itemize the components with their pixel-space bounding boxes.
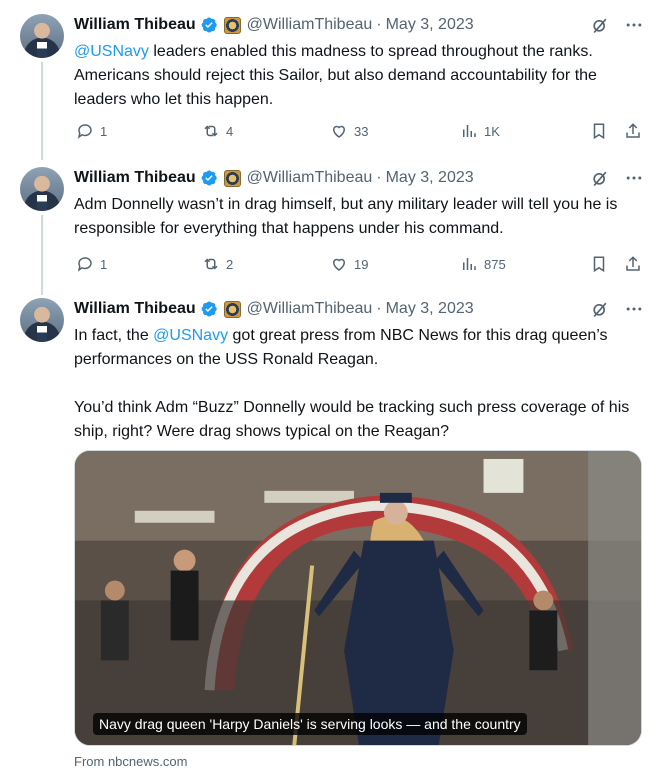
thread-connector (41, 62, 43, 160)
author-handle[interactable]: @WilliamThibeau (247, 300, 373, 318)
repost-button[interactable]: 4 (202, 122, 233, 140)
thread-connector (41, 215, 43, 295)
share-button[interactable] (624, 122, 642, 140)
tweet-1[interactable]: William Thibeau @WilliamThibeau · May 3,… (0, 14, 672, 160)
views-chart-icon (463, 125, 476, 137)
separator: · (376, 16, 382, 33)
tweet-text: Adm Donnelly wasn’t in drag himself, but… (74, 196, 622, 237)
repost-count: 4 (226, 123, 234, 139)
affiliation-badge-icon[interactable] (223, 16, 241, 34)
grok-icon[interactable] (590, 299, 610, 319)
link-card-image[interactable]: Navy drag queen 'Harpy Daniels' is servi… (74, 450, 642, 746)
reply-button[interactable]: 1 (76, 122, 107, 140)
heart-icon (332, 125, 346, 138)
bookmark-button[interactable] (590, 255, 608, 273)
share-icon (626, 256, 640, 271)
like-count: 19 (354, 256, 369, 272)
author-handle[interactable]: @WilliamThibeau (247, 169, 373, 187)
author-name[interactable]: William Thibeau (74, 16, 196, 34)
author-avatar[interactable] (20, 14, 64, 58)
reply-count: 1 (100, 123, 108, 139)
mention-link[interactable]: @USNavy (153, 327, 228, 344)
more-options-icon[interactable] (624, 15, 644, 35)
more-options-icon[interactable] (624, 168, 644, 188)
view-count: 1K (484, 123, 500, 139)
bookmark-button[interactable] (590, 122, 608, 140)
bookmark-icon (593, 123, 605, 140)
repost-count: 2 (226, 256, 234, 272)
link-source[interactable]: From nbcnews.com (74, 754, 187, 769)
grok-icon[interactable] (590, 168, 610, 188)
repost-icon (204, 125, 218, 137)
reply-count: 1 (100, 256, 108, 272)
photo-illustration (75, 451, 641, 745)
share-button[interactable] (624, 255, 642, 273)
reply-icon (77, 257, 92, 272)
like-button[interactable]: 19 (330, 255, 368, 273)
repost-button[interactable]: 2 (202, 255, 233, 273)
tweet-date[interactable]: May 3, 2023 (386, 169, 474, 187)
view-count: 875 (484, 256, 506, 272)
tweet-date[interactable]: May 3, 2023 (386, 16, 474, 34)
views-button[interactable]: 1K (460, 122, 500, 140)
tweet-text: In fact, the @USNavy got great press fro… (74, 327, 630, 440)
verified-badge-icon[interactable] (200, 300, 218, 318)
repost-icon (204, 258, 218, 270)
reply-icon (77, 124, 92, 139)
verified-badge-icon[interactable] (200, 169, 218, 187)
affiliation-badge-icon[interactable] (223, 169, 241, 187)
author-handle[interactable]: @WilliamThibeau (247, 16, 373, 34)
views-chart-icon (463, 258, 476, 270)
separator: · (376, 169, 382, 186)
link-card-title: Navy drag queen 'Harpy Daniels' is servi… (93, 713, 527, 735)
affiliation-badge-icon[interactable] (223, 300, 241, 318)
tweet-2[interactable]: William Thibeau @WilliamThibeau · May 3,… (0, 167, 672, 297)
mention-link[interactable]: @USNavy (74, 43, 149, 60)
author-avatar[interactable] (20, 298, 64, 342)
share-icon (626, 123, 640, 138)
author-name[interactable]: William Thibeau (74, 300, 196, 318)
heart-icon (332, 258, 346, 271)
grok-icon[interactable] (590, 15, 610, 35)
like-button[interactable]: 33 (330, 122, 368, 140)
tweet-text: @USNavy leaders enabled this madness to … (74, 43, 602, 108)
verified-badge-icon[interactable] (200, 16, 218, 34)
tweet-date[interactable]: May 3, 2023 (386, 300, 474, 318)
reply-button[interactable]: 1 (76, 255, 107, 273)
more-options-icon[interactable] (624, 299, 644, 319)
separator: · (376, 300, 382, 317)
author-name[interactable]: William Thibeau (74, 169, 196, 187)
views-button[interactable]: 875 (460, 255, 506, 273)
like-count: 33 (354, 123, 369, 139)
bookmark-icon (593, 256, 605, 273)
author-avatar[interactable] (20, 167, 64, 211)
